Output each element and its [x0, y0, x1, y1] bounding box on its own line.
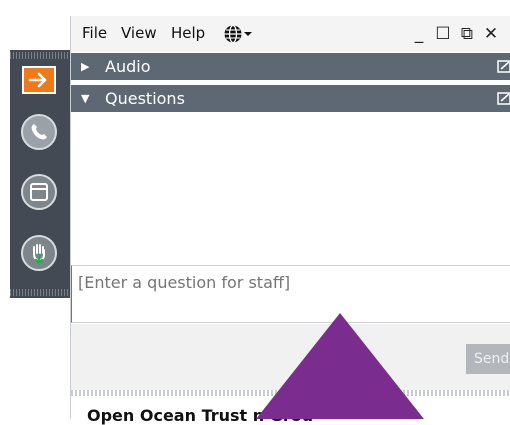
menu-file[interactable]: File	[82, 24, 107, 42]
send-button[interactable]: Send	[466, 344, 510, 374]
side-toolbar	[10, 50, 70, 298]
popout-icon[interactable]	[497, 90, 510, 106]
arrow-right-icon	[28, 72, 47, 88]
questions-section-title: Questions	[105, 89, 185, 108]
raise-hand-icon	[33, 244, 45, 265]
window-icon	[30, 183, 48, 201]
globe-icon	[224, 24, 242, 44]
language-menu[interactable]	[223, 23, 253, 45]
menu-help[interactable]: Help	[171, 24, 205, 42]
close-button[interactable]: ✕	[481, 24, 501, 44]
audio-button[interactable]	[21, 114, 57, 150]
popout-button[interactable]: ⧉	[457, 24, 477, 44]
audio-section-title: Audio	[105, 57, 151, 76]
audio-section-header[interactable]: ▶ Audio	[71, 53, 510, 80]
minimize-button[interactable]: _	[409, 24, 429, 44]
toolbar-grip-bottom[interactable]	[10, 289, 70, 296]
menu-bar: File View Help _ ☐ ⧉ ✕	[71, 16, 510, 52]
raise-hand-button[interactable]	[21, 235, 57, 271]
menu-view[interactable]: View	[121, 24, 157, 42]
popout-icon[interactable]	[497, 58, 510, 74]
questions-log	[71, 113, 510, 265]
expand-triangle-icon: ▶	[81, 60, 90, 73]
phone-icon	[31, 124, 47, 140]
maximize-button[interactable]: ☐	[433, 24, 453, 44]
screen-view-button[interactable]	[21, 174, 57, 210]
questions-section-header[interactable]: ▼ Questions	[71, 85, 510, 112]
collapse-triangle-icon: ▼	[81, 92, 90, 105]
toolbar-grip-top[interactable]	[10, 52, 70, 59]
chevron-down-icon	[244, 32, 252, 36]
collapse-panel-button[interactable]	[22, 66, 56, 94]
purple-triangle-overlay	[256, 313, 424, 419]
